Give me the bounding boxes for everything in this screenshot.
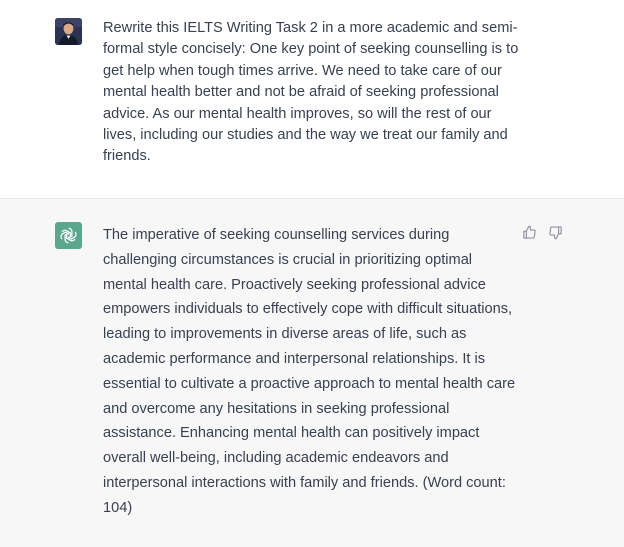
assistant-avatar bbox=[55, 222, 82, 249]
user-message-row: Rewrite this IELTS Writing Task 2 in a m… bbox=[0, 0, 624, 199]
thumbs-up-icon bbox=[522, 225, 536, 239]
user-avatar bbox=[55, 18, 82, 45]
assistant-message-text: The imperative of seeking counselling se… bbox=[103, 227, 516, 516]
thumbs-up-button[interactable] bbox=[521, 224, 537, 240]
user-avatar-photo bbox=[55, 18, 82, 45]
openai-logo-icon bbox=[60, 227, 77, 244]
feedback-buttons bbox=[521, 224, 563, 240]
thumbs-down-button[interactable] bbox=[547, 224, 563, 240]
chat-conversation: Rewrite this IELTS Writing Task 2 in a m… bbox=[0, 0, 624, 547]
thumbs-down-icon bbox=[548, 225, 562, 239]
user-message-text: Rewrite this IELTS Writing Task 2 in a m… bbox=[103, 20, 519, 165]
assistant-message-row: The imperative of seeking counselling se… bbox=[0, 199, 624, 547]
